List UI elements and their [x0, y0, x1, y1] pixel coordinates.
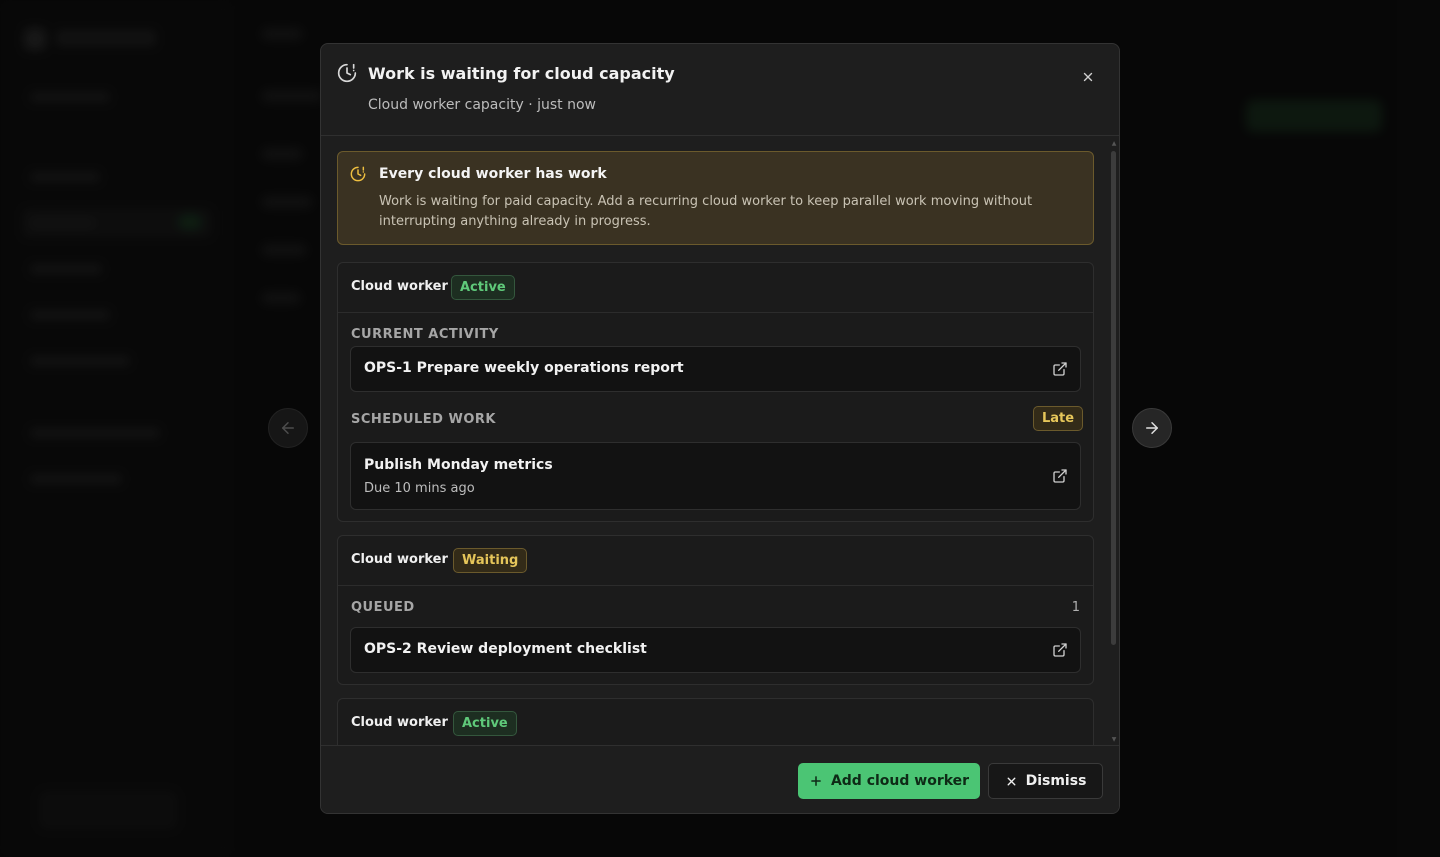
worker-name: Cloud worker 2: [351, 552, 462, 567]
previous-button[interactable]: [268, 408, 308, 448]
late-badge: Late: [1033, 406, 1084, 431]
scroll-up-arrow[interactable]: ▲: [1111, 141, 1117, 147]
task-title: OPS-2 Review deployment checklist: [364, 641, 647, 657]
dialog-header: Work is waiting for cloud capacity Cloud…: [321, 44, 1119, 136]
task-row[interactable]: OPS-2 Review deployment checklist: [350, 627, 1081, 673]
worker-card: Cloud worker 1 Active CURRENT ACTIVITY O…: [337, 262, 1094, 522]
dialog-scroll-area[interactable]: Every cloud worker has work Work is wait…: [321, 137, 1119, 745]
plus-icon: [811, 776, 821, 786]
task-title: Publish Monday metrics: [364, 457, 553, 473]
capacity-alert: Every cloud worker has work Work is wait…: [337, 151, 1094, 245]
dialog-subtitle: Cloud worker capacity · just now: [368, 97, 596, 113]
add-cloud-worker-label: Add cloud worker: [830, 773, 970, 789]
task-title: OPS-1 Prepare weekly operations report: [364, 360, 684, 376]
next-button[interactable]: [1132, 408, 1172, 448]
scroll-down-arrow[interactable]: ▼: [1111, 737, 1117, 743]
worker-card: Cloud worker 3 Active: [337, 698, 1094, 745]
clock-alert-icon: [337, 63, 357, 83]
section-label: SCHEDULED WORK: [351, 412, 496, 427]
worker-card-header: Cloud worker 1 Active: [338, 263, 1093, 313]
arrow-right-icon: [1146, 422, 1158, 434]
section-label: QUEUED: [351, 600, 415, 615]
external-link-icon[interactable]: [1052, 361, 1068, 377]
worker-name: Cloud worker 1: [351, 279, 462, 294]
capacity-dialog: Work is waiting for cloud capacity Cloud…: [320, 43, 1120, 814]
close-button[interactable]: [1077, 66, 1099, 88]
status-badge: Active: [451, 275, 515, 300]
status-badge: Waiting: [453, 548, 528, 573]
dismiss-label: Dismiss: [1025, 773, 1087, 789]
scheduled-task-row[interactable]: Publish Monday metrics Due 10 mins ago: [350, 442, 1081, 510]
worker-card-header: Cloud worker 3 Active: [338, 699, 1093, 745]
alert-body: Work is waiting for paid capacity. Add a…: [379, 194, 1033, 229]
queued-count: 1: [1071, 600, 1080, 615]
task-row[interactable]: OPS-1 Prepare weekly operations report: [350, 346, 1081, 392]
external-link-icon[interactable]: [1052, 468, 1068, 484]
external-link-icon[interactable]: [1052, 642, 1068, 658]
worker-card-header: Cloud worker 2 Waiting: [338, 536, 1093, 586]
add-cloud-worker-button[interactable]: Add cloud worker: [798, 763, 980, 799]
status-badge: Active: [453, 711, 517, 736]
dismiss-button[interactable]: Dismiss: [988, 763, 1103, 799]
scrollbar[interactable]: ▲ ▼: [1110, 141, 1118, 743]
scrollbar-thumb[interactable]: [1111, 151, 1116, 645]
section-label: CURRENT ACTIVITY: [351, 327, 499, 342]
close-icon: [1083, 72, 1093, 82]
worker-name: Cloud worker 3: [351, 715, 462, 730]
close-icon: [1007, 777, 1016, 785]
clock-alert-icon: [350, 166, 366, 182]
arrow-left-icon: [282, 422, 294, 434]
dialog-footer: Add cloud worker Dismiss: [321, 745, 1119, 813]
dialog-title: Work is waiting for cloud capacity: [368, 64, 675, 83]
task-due: Due 10 mins ago: [364, 481, 475, 496]
worker-card: Cloud worker 2 Waiting QUEUED 1 OPS-2 Re…: [337, 535, 1094, 685]
alert-title: Every cloud worker has work: [379, 166, 607, 182]
